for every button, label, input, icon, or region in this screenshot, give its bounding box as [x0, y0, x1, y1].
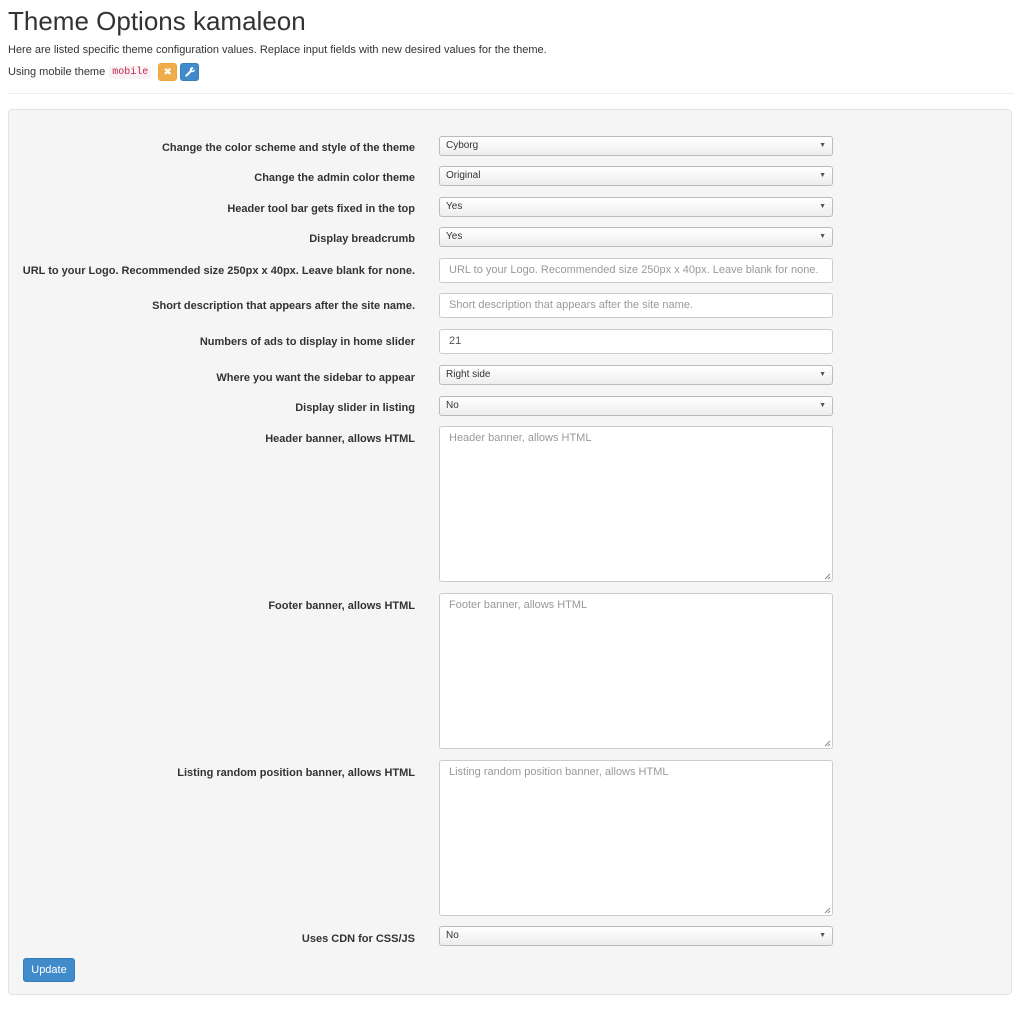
wrench-icon: [185, 67, 195, 77]
logo-url-label: URL to your Logo. Recommended size 250px…: [22, 265, 415, 277]
footer-banner-textarea[interactable]: Footer banner, allows HTML: [439, 593, 833, 749]
cdn-label: Uses CDN for CSS/JS: [301, 933, 415, 945]
admin-color-select[interactable]: Original ▼: [439, 166, 833, 186]
sidebar-position-select[interactable]: Right side ▼: [439, 365, 833, 385]
listing-slider-label: Display slider in listing: [295, 402, 415, 414]
close-icon: ✖: [163, 66, 172, 78]
sidebar-position-label: Where you want the sidebar to appear: [216, 372, 415, 384]
resize-handle-icon[interactable]: [824, 907, 831, 914]
chevron-down-icon: ▼: [819, 932, 826, 939]
header-banner-textarea[interactable]: Header banner, allows HTML: [439, 426, 833, 582]
listing-banner-textarea[interactable]: Listing random position banner, allows H…: [439, 760, 833, 916]
chevron-down-icon: ▼: [819, 203, 826, 210]
short-description-input[interactable]: Short description that appears after the…: [439, 293, 833, 318]
admin-color-label: Change the admin color theme: [254, 172, 415, 184]
chevron-down-icon: ▼: [819, 371, 826, 378]
update-button[interactable]: Update: [23, 958, 75, 982]
ads-count-label: Numbers of ads to display in home slider: [199, 336, 415, 348]
footer-banner-label: Footer banner, allows HTML: [268, 600, 415, 612]
chevron-down-icon: ▼: [819, 402, 826, 409]
header-banner-placeholder: Header banner, allows HTML: [449, 432, 592, 444]
header-divider: [8, 93, 1014, 94]
header-banner-label: Header banner, allows HTML: [265, 433, 415, 445]
fixed-toolbar-value: Yes: [446, 201, 463, 212]
chevron-down-icon: ▼: [819, 172, 826, 179]
chevron-down-icon: ▼: [819, 142, 826, 149]
color-scheme-value: Cyborg: [446, 140, 479, 151]
resize-handle-icon[interactable]: [824, 740, 831, 747]
listing-slider-value: No: [446, 400, 459, 411]
logo-url-input[interactable]: URL to your Logo. Recommended size 250px…: [439, 258, 833, 283]
theme-options-form: Change the color scheme and style of the…: [8, 109, 1012, 995]
admin-color-value: Original: [446, 170, 481, 181]
intro-text: Here are listed specific theme configura…: [8, 44, 547, 56]
footer-banner-placeholder: Footer banner, allows HTML: [449, 599, 588, 611]
cdn-value: No: [446, 930, 459, 941]
cdn-select[interactable]: No ▼: [439, 926, 833, 946]
mobile-theme-prefix: Using mobile theme: [8, 66, 106, 78]
breadcrumb-value: Yes: [446, 231, 463, 242]
mobile-theme-name: mobile: [109, 65, 152, 79]
short-description-label: Short description that appears after the…: [152, 300, 415, 312]
color-scheme-label: Change the color scheme and style of the…: [161, 142, 415, 154]
mobile-theme-line: Using mobile theme mobile ✖: [8, 63, 200, 81]
chevron-down-icon: ▼: [819, 233, 826, 240]
listing-banner-placeholder: Listing random position banner, allows H…: [449, 766, 669, 778]
logo-url-placeholder: URL to your Logo. Recommended size 250px…: [449, 264, 819, 276]
configure-mobile-theme-button[interactable]: [180, 63, 200, 81]
remove-mobile-theme-button[interactable]: ✖: [158, 63, 178, 81]
resize-handle-icon[interactable]: [824, 573, 831, 580]
breadcrumb-select[interactable]: Yes ▼: [439, 227, 833, 247]
ads-count-value: 21: [449, 335, 462, 347]
page-title: Theme Options kamaleon: [8, 6, 306, 36]
short-description-placeholder: Short description that appears after the…: [449, 299, 693, 311]
fixed-toolbar-label: Header tool bar gets fixed in the top: [227, 203, 415, 215]
fixed-toolbar-select[interactable]: Yes ▼: [439, 197, 833, 217]
listing-banner-label: Listing random position banner, allows H…: [177, 767, 415, 779]
breadcrumb-label: Display breadcrumb: [309, 233, 415, 245]
sidebar-position-value: Right side: [446, 369, 491, 380]
color-scheme-select[interactable]: Cyborg ▼: [439, 136, 833, 156]
listing-slider-select[interactable]: No ▼: [439, 396, 833, 416]
ads-count-input[interactable]: 21: [439, 329, 833, 354]
